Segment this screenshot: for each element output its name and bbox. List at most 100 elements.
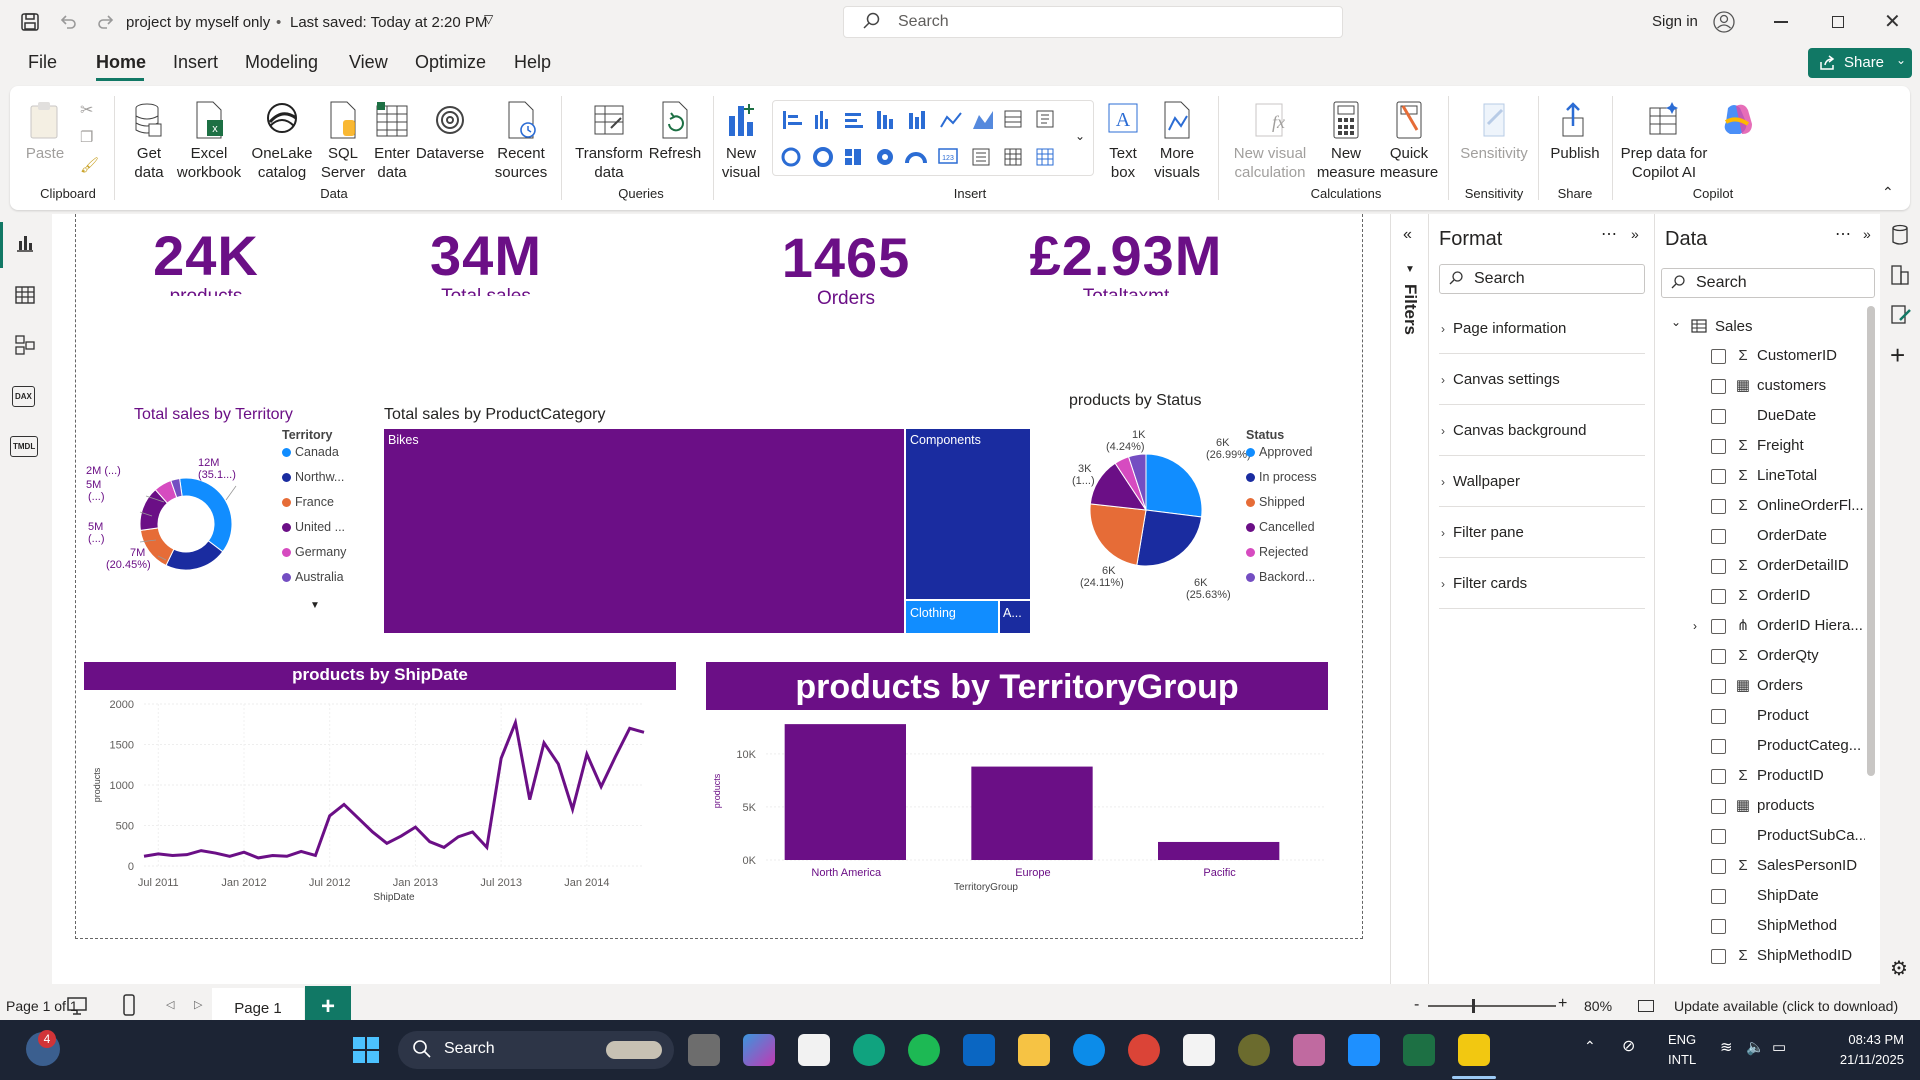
territory-donut-visual[interactable]: Total sales by Territory 12M (35.1...) 2M … [86,404,356,614]
legend-item[interactable]: Germany [282,540,346,565]
close-icon[interactable]: ✕ [1884,9,1901,34]
menu-help[interactable]: Help [514,52,551,73]
format-section-canvas-settings[interactable]: › Canvas settings [1439,355,1645,405]
report-page[interactable]: 24K products 34M Total sales 1465 Orders… [75,214,1363,939]
field-checkbox[interactable] [1711,769,1726,784]
shipdate-line-visual[interactable]: products by ShipDate 2000 1500 1000 500 0 Jul… [84,662,678,912]
series-line[interactable] [143,717,645,860]
menu-insert[interactable]: Insert [173,52,218,73]
field-item[interactable]: Σ CustomerID [1655,342,1865,370]
bar-europe[interactable] [971,766,1093,860]
field-checkbox[interactable] [1711,409,1726,424]
sql-server-button[interactable]: SQL Server [318,100,368,182]
update-available-link[interactable]: Update available (click to download) [1674,998,1898,1014]
spotify-icon[interactable] [908,1034,940,1066]
excel-app-icon[interactable] [1403,1034,1435,1066]
tmdl-view-icon[interactable]: TMDL [10,436,39,457]
save-icon[interactable] [18,10,42,34]
sign-in-link[interactable]: Sign in [1652,13,1698,30]
kpi-card-products[interactable]: 24K products [126,226,286,296]
copilot-app-icon[interactable] [743,1034,775,1066]
legend-item[interactable]: France [282,490,346,515]
network-off-icon[interactable]: ⊘ [1622,1036,1635,1056]
dataverse-button[interactable]: Dataverse [414,100,486,163]
redo-icon[interactable] [94,10,118,34]
collapse-ribbon-icon[interactable]: ⌃ [1882,184,1894,201]
zoom-out-icon[interactable]: - [1414,996,1419,1014]
wifi-icon[interactable]: ≋ [1720,1038,1733,1056]
battery-icon[interactable]: ▭ [1772,1038,1786,1056]
app-icon[interactable] [1238,1034,1270,1066]
zoom-in-icon[interactable]: + [1558,995,1567,1013]
linkedin-icon[interactable] [963,1034,995,1066]
field-item[interactable]: Σ OrderDetailID [1655,552,1865,580]
field-item[interactable]: ▦ Orders [1655,672,1865,700]
language-layout[interactable]: INTL [1668,1052,1696,1067]
field-checkbox[interactable] [1711,709,1726,724]
expand-chevron-icon[interactable]: › [1693,612,1697,640]
kpi-card-totaltaxmt[interactable]: £2.93M Totaltaxmt [1026,226,1226,296]
field-item[interactable]: DueDate [1655,402,1865,430]
field-item[interactable]: Σ SalesPersonID [1655,852,1865,880]
quick-measure-button[interactable]: Quick measure [1378,100,1440,182]
cut-icon[interactable]: ✂ [80,100,93,120]
new-measure-button[interactable]: New measure [1316,100,1376,182]
field-checkbox[interactable] [1711,919,1726,934]
chrome-icon[interactable] [1128,1034,1160,1066]
app-icon[interactable] [1293,1034,1325,1066]
refresh-button[interactable]: Refresh [646,100,704,163]
pie-slice-approved[interactable] [1145,453,1203,518]
expand-filters-icon[interactable]: « [1403,226,1412,244]
add-pane-icon[interactable]: + [1890,342,1905,368]
copy-icon[interactable]: ❐ [80,128,93,146]
chevron-down-icon[interactable]: ⌄ [1671,315,1681,329]
treemap-tile-clothing[interactable]: Clothing [905,600,999,634]
status-pie-visual[interactable]: products by Status 1K (4.24%) 3K (1...) 6K (2… [1066,390,1356,630]
field-checkbox[interactable] [1711,799,1726,814]
field-checkbox[interactable] [1711,649,1726,664]
territorygroup-bar-visual[interactable]: products by TerritoryGroup 10K 5K 0K North … [706,662,1336,918]
share-button[interactable]: Share ⌄ [1808,48,1912,78]
field-checkbox[interactable] [1711,529,1726,544]
field-item[interactable]: Σ ProductID [1655,762,1865,790]
field-item[interactable]: Σ OrderQty [1655,642,1865,670]
format-painter-icon[interactable]: 🖌 [80,156,99,174]
start-button[interactable] [352,1036,380,1067]
visualizations-icon[interactable] [1890,264,1910,289]
field-checkbox[interactable] [1711,889,1726,904]
transform-data-button[interactable]: Transform data [570,100,648,182]
field-item[interactable]: › ⋔ OrderID Hiera... [1655,612,1865,640]
gallery-expand-icon[interactable]: ⌄ [1075,129,1085,143]
field-checkbox[interactable] [1711,949,1726,964]
field-checkbox[interactable] [1711,589,1726,604]
clock-date[interactable]: 21/11/2025 [1820,1052,1904,1067]
legend-item[interactable]: Rejected [1246,540,1317,565]
new-visual-calculation-button[interactable]: fx New visual calculation [1228,100,1312,182]
legend-item[interactable]: Australia [282,565,346,590]
field-item[interactable]: Σ Freight [1655,432,1865,460]
more-visuals-button[interactable]: More visuals [1146,100,1208,182]
bar-north-america[interactable] [784,724,906,860]
field-checkbox[interactable] [1711,859,1726,874]
text-box-button[interactable]: A Text box [1100,100,1146,182]
table-node-sales[interactable]: ⌄ Sales [1655,312,1865,340]
menu-home[interactable]: Home [96,52,146,73]
task-view-icon[interactable] [688,1034,720,1066]
pie-slice-shipped[interactable] [1089,503,1147,566]
prep-data-copilot-button[interactable]: Prep data for Copilot AI [1620,100,1708,182]
field-item[interactable]: Σ ShipMethodID [1655,942,1865,970]
chevron-down-icon[interactable]: ▽ [484,12,493,26]
field-checkbox[interactable] [1711,499,1726,514]
collapse-pane-icon[interactable]: » [1863,226,1871,242]
publish-button[interactable]: Publish [1546,100,1604,163]
field-item[interactable]: ▦ products [1655,792,1865,820]
model-view-icon[interactable] [14,334,36,359]
donut-slice-canada[interactable] [179,477,233,553]
treemap-tile-accessories[interactable]: A... [999,600,1031,634]
zoom-slider[interactable] [1428,1005,1556,1007]
pie-slice-in-process[interactable] [1136,509,1203,567]
field-item[interactable]: ▦ customers [1655,372,1865,400]
power-bi-icon[interactable] [1458,1034,1490,1066]
field-item[interactable]: Σ LineTotal [1655,462,1865,490]
paste-button[interactable]: Paste [22,100,68,163]
